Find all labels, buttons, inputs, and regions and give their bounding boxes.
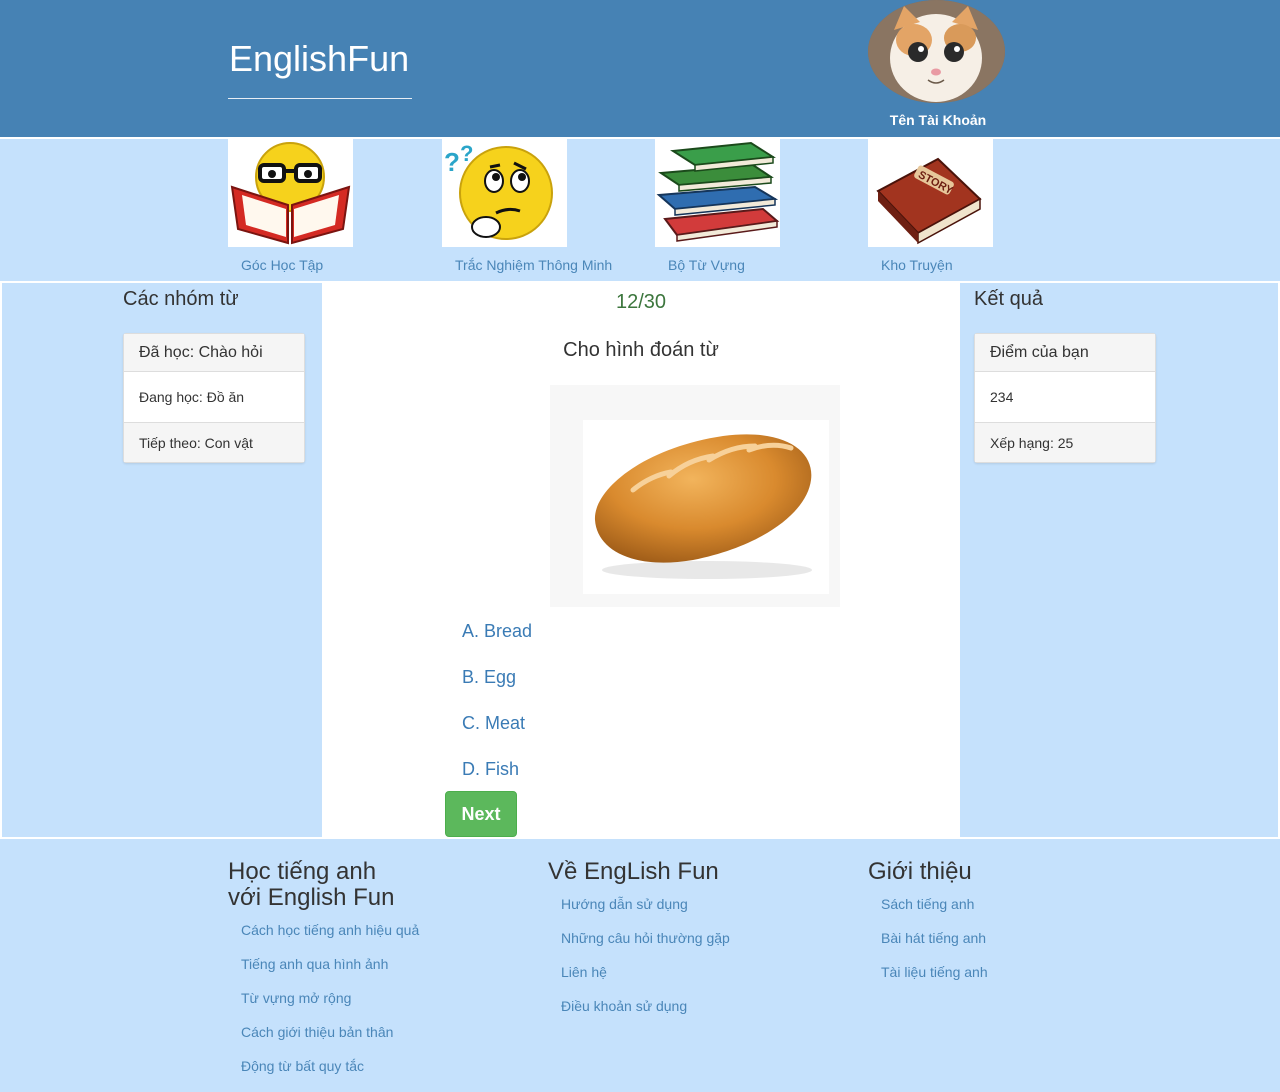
answer-option-c[interactable]: C. Meat bbox=[462, 713, 525, 734]
learned-group: Đã học: Chào hỏi bbox=[124, 334, 304, 371]
score-value: 234 bbox=[975, 371, 1155, 422]
footer-link[interactable]: Tài liệu tiếng anh bbox=[881, 955, 988, 989]
answer-option-d[interactable]: D. Fish bbox=[462, 759, 519, 780]
account-name[interactable]: Tên Tài Khoản bbox=[868, 112, 1008, 128]
bread-image bbox=[594, 434, 812, 579]
nav-item-kho-truyen[interactable]: STORY Kho Truyện bbox=[868, 139, 993, 273]
reading-emoji-icon bbox=[230, 142, 351, 245]
results-panel: Điểm của bạn 234 Xếp hạng: 25 bbox=[974, 333, 1156, 463]
score-label: Điểm của bạn bbox=[975, 334, 1155, 371]
footer-link[interactable]: Điều khoản sử dụng bbox=[561, 989, 730, 1023]
next-group: Tiếp theo: Con vật bbox=[124, 422, 304, 462]
footer-link[interactable]: Động từ bất quy tắc bbox=[241, 1049, 419, 1083]
nav-item-goc-hoc-tap[interactable]: Góc Học Tập bbox=[228, 139, 353, 273]
nav-item-trac-nghiem[interactable]: ? ? Trắc Nghiệm Thông Minh bbox=[442, 139, 612, 273]
footer-column-title: Giới thiệu bbox=[868, 858, 972, 885]
cat-avatar-icon bbox=[868, 0, 1005, 103]
thinking-emoji-icon: ? ? bbox=[444, 141, 553, 240]
quiz-panel: 12/30 Cho hình đoán từ A. Bread B. Egg C… bbox=[322, 283, 960, 841]
nav-label[interactable]: Bộ Từ Vựng bbox=[668, 257, 745, 273]
site-header: EnglishFun Tên Tài Khoản bbox=[0, 0, 1280, 137]
ranking: Xếp hạng: 25 bbox=[975, 422, 1155, 462]
books-stack-icon bbox=[656, 141, 780, 242]
footer-column-about: Về EngLish Fun Hướng dẫn sử dụng Những c… bbox=[548, 859, 730, 1023]
avatar[interactable] bbox=[868, 0, 1005, 103]
nav-label[interactable]: Kho Truyện bbox=[881, 257, 953, 273]
learning-group: Đang học: Đồ ăn bbox=[124, 371, 304, 422]
nav-label[interactable]: Góc Học Tập bbox=[241, 257, 323, 273]
footer-link[interactable]: Hướng dẫn sử dụng bbox=[561, 887, 730, 921]
site-footer: Học tiếng anh với English Fun Cách học t… bbox=[0, 839, 1280, 1092]
footer-column-learn: Học tiếng anh với English Fun Cách học t… bbox=[228, 859, 419, 1083]
brand-underline bbox=[228, 98, 412, 99]
footer-link[interactable]: Những câu hỏi thường gặp bbox=[561, 921, 730, 955]
footer-column-title: Về EngLish Fun bbox=[548, 858, 719, 885]
footer-link[interactable]: Liên hệ bbox=[561, 955, 730, 989]
question-title: Cho hình đoán từ bbox=[563, 339, 719, 361]
footer-column-intro: Giới thiệu Sách tiếng anh Bài hát tiếng … bbox=[868, 859, 988, 989]
answer-option-a[interactable]: A. Bread bbox=[462, 621, 532, 642]
next-button[interactable]: Next bbox=[445, 791, 517, 837]
footer-link[interactable]: Từ vựng mở rộng bbox=[241, 981, 419, 1015]
main-nav: Góc Học Tập ? ? Trắc Nghiệm Thông Minh B… bbox=[0, 139, 1280, 281]
word-groups-panel: Đã học: Chào hỏi Đang học: Đồ ăn Tiếp th… bbox=[123, 333, 305, 463]
footer-link[interactable]: Sách tiếng anh bbox=[881, 887, 988, 921]
footer-link[interactable]: Tiếng anh qua hình ảnh bbox=[241, 947, 419, 981]
footer-link[interactable]: Bài hát tiếng anh bbox=[881, 921, 988, 955]
word-groups-title: Các nhóm từ bbox=[123, 288, 239, 310]
footer-column-title: Học tiếng anh với English Fun bbox=[228, 858, 395, 911]
question-counter: 12/30 bbox=[615, 291, 667, 313]
story-book-icon: STORY bbox=[876, 157, 982, 245]
nav-item-bo-tu-vung[interactable]: Bộ Từ Vựng bbox=[655, 139, 780, 273]
brand-logo[interactable]: EnglishFun bbox=[229, 38, 409, 80]
main-content: Các nhóm từ Đã học: Chào hỏi Đang học: Đ… bbox=[0, 281, 1280, 841]
image-frame bbox=[550, 385, 840, 607]
results-title: Kết quả bbox=[974, 288, 1043, 310]
footer-link[interactable]: Cách học tiếng anh hiệu quả bbox=[241, 913, 419, 947]
answer-option-b[interactable]: B. Egg bbox=[462, 667, 516, 688]
footer-link[interactable]: Cách giới thiệu bản thân bbox=[241, 1015, 419, 1049]
svg-text:?: ? bbox=[444, 147, 460, 177]
nav-label[interactable]: Trắc Nghiệm Thông Minh bbox=[455, 257, 612, 273]
svg-text:?: ? bbox=[460, 141, 473, 166]
